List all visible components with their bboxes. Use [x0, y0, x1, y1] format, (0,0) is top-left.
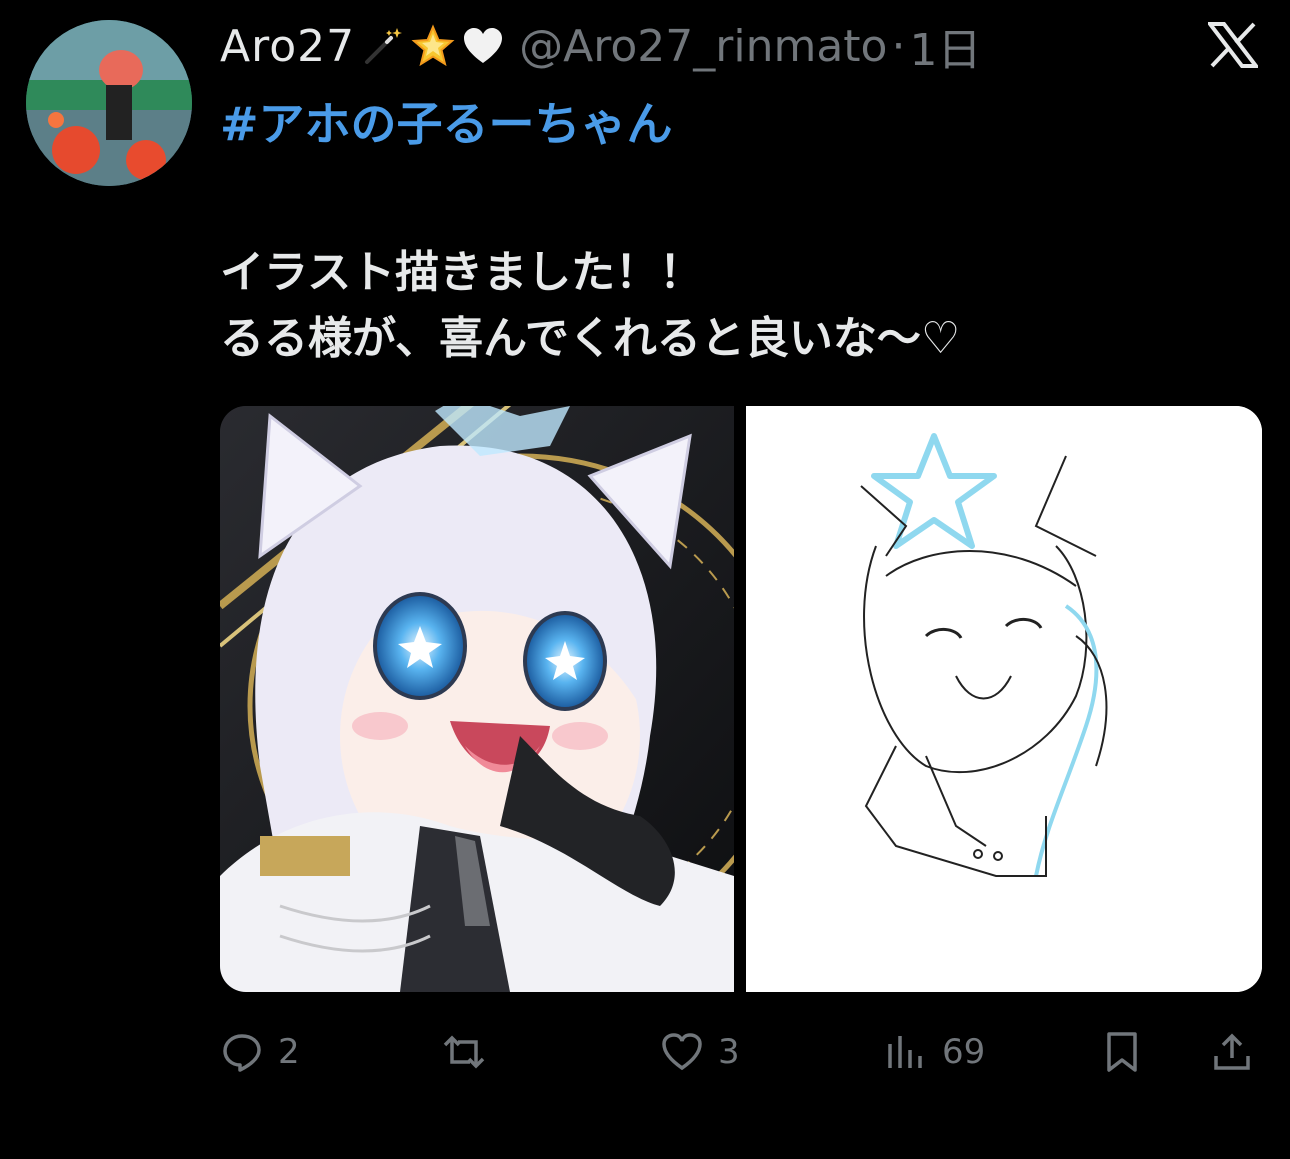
- share-button[interactable]: [1210, 1020, 1254, 1084]
- retweet-icon: [442, 1030, 486, 1074]
- tweet-media: [220, 406, 1262, 992]
- views-button[interactable]: 69: [884, 1020, 985, 1084]
- white-heart-icon: [461, 24, 505, 68]
- tweet-action-bar: 2 3 69: [220, 1020, 1270, 1084]
- reply-count: 2: [278, 1032, 300, 1072]
- tweet-time[interactable]: 1日: [909, 14, 981, 78]
- like-count: 3: [718, 1032, 740, 1072]
- reply-button[interactable]: 2: [220, 1020, 300, 1084]
- author-name[interactable]: Aro27: [220, 21, 355, 72]
- separator-dot: ·: [891, 20, 906, 72]
- reply-icon: [220, 1030, 264, 1074]
- hashtag-link[interactable]: #アホの子るーちゃん: [220, 88, 673, 154]
- media-image-sketch[interactable]: [746, 406, 1262, 992]
- bookmark-button[interactable]: [1100, 1020, 1144, 1084]
- x-logo-icon[interactable]: [1205, 22, 1261, 68]
- tweet-line: イラスト描きました！！: [220, 247, 704, 298]
- author-avatar[interactable]: [26, 20, 192, 186]
- like-button[interactable]: 3: [660, 1020, 740, 1084]
- media-image-illustration[interactable]: [220, 406, 734, 992]
- tweet-line: るる様が、喜んでくれると良いな〜♡: [220, 313, 961, 364]
- views-count: 69: [942, 1032, 986, 1072]
- bookmark-icon: [1100, 1030, 1144, 1074]
- author-handle[interactable]: @Aro27_rinmato: [519, 21, 887, 72]
- views-chart-icon: [884, 1030, 928, 1074]
- heart-icon: [660, 1030, 704, 1074]
- tweet-header: Aro27 @Aro27_rinmato · 1日: [220, 14, 1220, 78]
- magic-wand-icon: [361, 24, 405, 68]
- glowing-star-icon: [411, 24, 455, 68]
- share-icon: [1210, 1030, 1254, 1074]
- tweet-text: イラスト描きました！！ るる様が、喜んでくれると良いな〜♡: [220, 240, 960, 372]
- retweet-button[interactable]: [442, 1020, 500, 1084]
